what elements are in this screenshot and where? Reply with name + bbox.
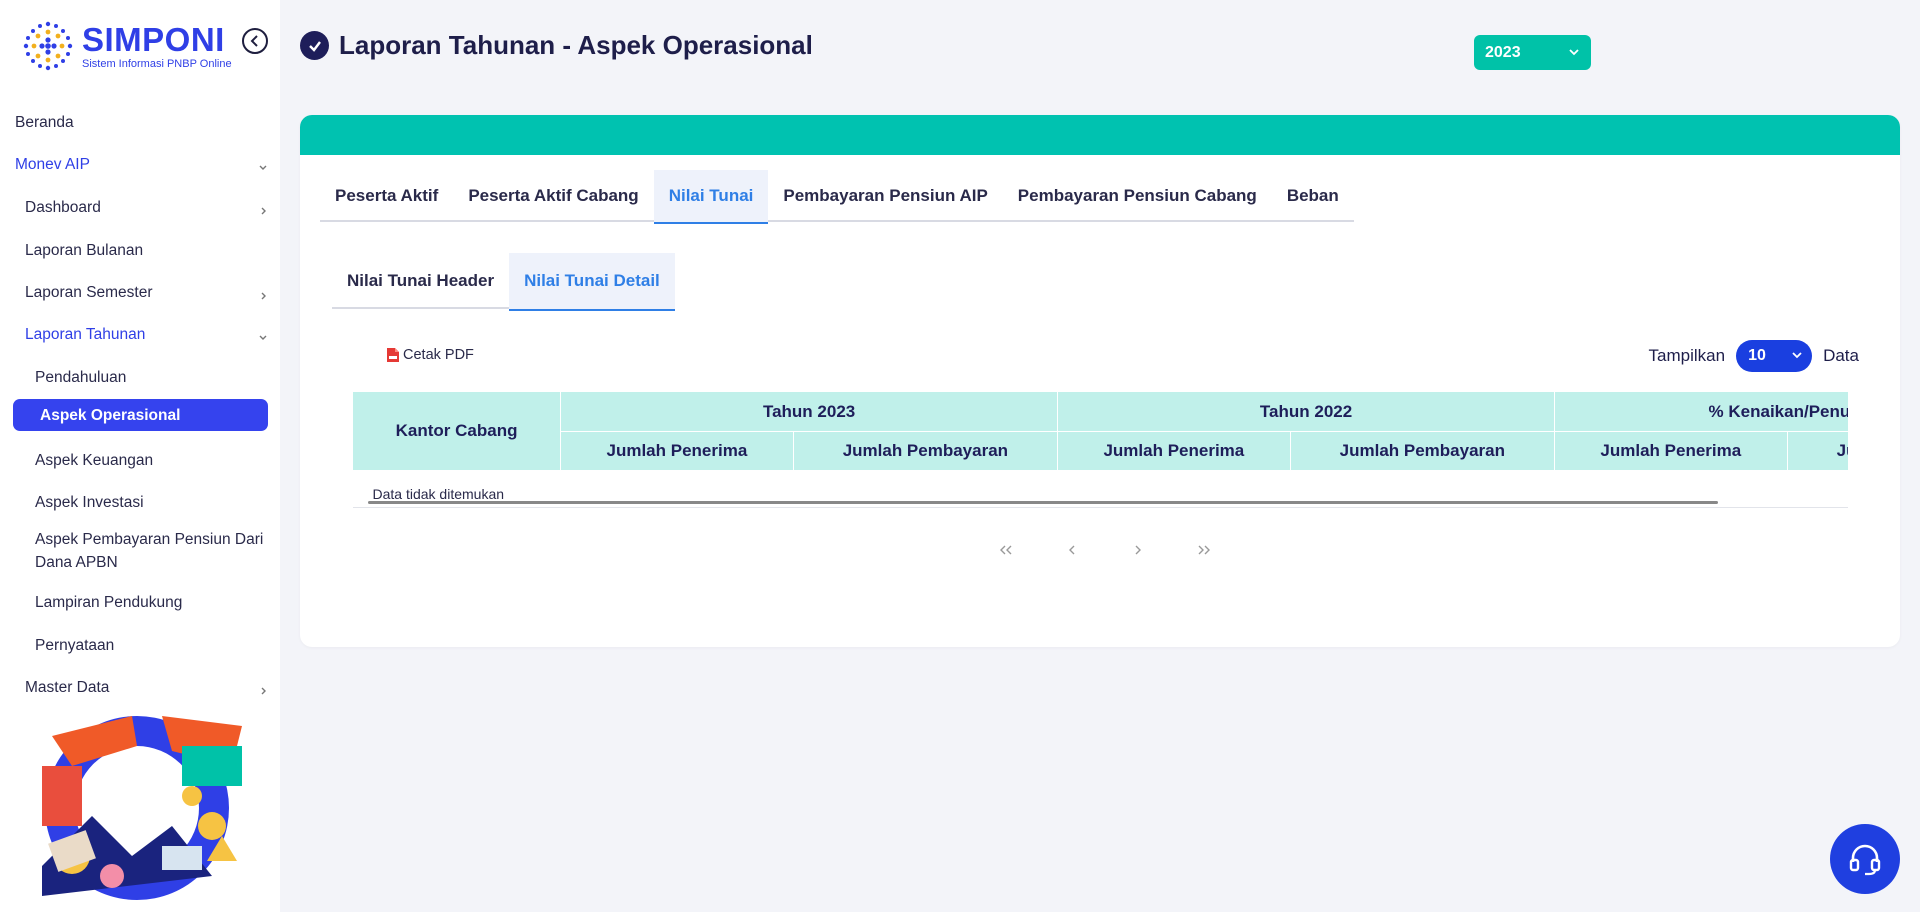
column-header-jumlah-pembayaran: Jumlah Pembayaran: [1289, 431, 1556, 471]
column-header-jumlah-pembayaran: Jumlah Pembayaran: [1786, 431, 1848, 471]
check-circle-icon: [300, 31, 329, 60]
chevron-right-icon: [261, 207, 266, 215]
page-title: Laporan Tahunan - Aspek Operasional: [339, 30, 813, 60]
chevron-down-icon: [259, 335, 267, 340]
chevron-down-icon: [1792, 352, 1802, 359]
page-header: Laporan Tahunan - Aspek Operasional: [300, 30, 813, 61]
year-select-value: 2023: [1485, 43, 1521, 61]
logo-subtitle: Sistem Informasi PNBP Online: [82, 57, 232, 70]
tab-peserta-aktif-cabang[interactable]: Peserta Aktif Cabang: [453, 170, 653, 222]
page-size-value: 10: [1748, 347, 1766, 364]
chevron-left-icon: [1069, 545, 1075, 555]
subtab-nilai-tunai-header[interactable]: Nilai Tunai Header: [332, 253, 509, 309]
show-suffix: Data: [1823, 346, 1859, 365]
sidebar: SIMPONI Sistem Informasi PNBP Online Ber…: [0, 0, 280, 912]
sidebar-item-beranda[interactable]: Beranda: [15, 114, 74, 132]
column-header-jumlah-pembayaran: Jumlah Pembayaran: [792, 431, 1059, 471]
column-group-tahun-2023: Tahun 2023: [560, 391, 1059, 432]
print-pdf-button[interactable]: Cetak PDF: [386, 347, 474, 363]
tab-nilai-tunai[interactable]: Nilai Tunai: [653, 170, 769, 224]
chevron-right-icon: [261, 292, 266, 300]
data-table: Kantor Cabang Tahun 2023 Tahun 2022 % Ke…: [352, 391, 1848, 508]
double-chevron-right-icon: [1198, 545, 1210, 555]
collapse-sidebar-button[interactable]: [242, 28, 268, 54]
sidebar-item-label: Aspek Operasional: [40, 407, 181, 424]
tab-pembayaran-pensiun-aip[interactable]: Pembayaran Pensiun AIP: [768, 170, 1002, 222]
sidebar-item-monev-aip[interactable]: Monev AIP: [15, 156, 90, 174]
sidebar-item-pernyataan[interactable]: Pernyataan: [35, 637, 114, 655]
subtab-nilai-tunai-detail[interactable]: Nilai Tunai Detail: [509, 253, 675, 311]
next-page-button[interactable]: [1122, 539, 1154, 561]
sub-tabs: Nilai Tunai Header Nilai Tunai Detail: [332, 253, 675, 311]
sidebar-item-lampiran-pendukung[interactable]: Lampiran Pendukung: [35, 594, 182, 612]
sidebar-item-aspek-operasional[interactable]: Aspek Operasional: [13, 399, 268, 431]
sidebar-item-dashboard[interactable]: Dashboard: [25, 199, 101, 217]
content-card: Peserta Aktif Peserta Aktif Cabang Nilai…: [300, 115, 1900, 647]
sidebar-item-laporan-semester[interactable]: Laporan Semester: [25, 284, 153, 302]
print-pdf-label: Cetak PDF: [403, 347, 474, 363]
simponi-logo-icon: [23, 21, 73, 71]
page-size-control: Tampilkan 10 Data: [1649, 340, 1859, 372]
tab-pembayaran-pensiun-cabang[interactable]: Pembayaran Pensiun Cabang: [1003, 170, 1272, 222]
pagination: [990, 539, 1220, 561]
chevron-right-icon: [261, 687, 266, 695]
sidebar-item-laporan-tahunan[interactable]: Laporan Tahunan: [25, 326, 145, 344]
double-chevron-left-icon: [1000, 545, 1012, 555]
column-header-jumlah-penerima: Jumlah Penerima: [1057, 431, 1291, 471]
chevron-down-icon: [259, 165, 267, 170]
show-label: Tampilkan: [1648, 346, 1726, 365]
column-group-tahun-2022: Tahun 2022: [1057, 391, 1556, 432]
sidebar-item-laporan-bulanan[interactable]: Laporan Bulanan: [25, 242, 143, 260]
column-group-persen: % Kenaikan/Penurunan: [1554, 391, 1848, 432]
chevron-right-icon: [1135, 545, 1141, 555]
helpdesk-button[interactable]: [1830, 824, 1900, 894]
column-header-kantor-cabang: Kantor Cabang: [352, 391, 562, 471]
year-select[interactable]: 2023: [1474, 35, 1591, 70]
column-header-jumlah-penerima: Jumlah Penerima: [1554, 431, 1788, 471]
sidebar-item-aspek-pembayaran-pensiun[interactable]: Aspek Pembayaran Pensiun Dari Dana APBN: [35, 528, 275, 574]
column-header-jumlah-penerima: Jumlah Penerima: [560, 431, 794, 471]
decorative-illustration: [12, 706, 262, 910]
main-tabs: Peserta Aktif Peserta Aktif Cabang Nilai…: [320, 170, 1354, 224]
page-size-select[interactable]: 10: [1736, 340, 1813, 372]
last-page-button[interactable]: [1188, 539, 1220, 561]
sidebar-item-aspek-keuangan[interactable]: Aspek Keuangan: [35, 452, 153, 470]
sidebar-item-master-data[interactable]: Master Data: [25, 679, 109, 697]
pdf-file-icon: [387, 348, 399, 362]
prev-page-button[interactable]: [1056, 539, 1088, 561]
logo-title: SIMPONI: [82, 20, 225, 58]
chevron-down-icon: [1569, 49, 1579, 56]
sidebar-item-aspek-investasi[interactable]: Aspek Investasi: [35, 494, 144, 512]
headset-icon: [1849, 844, 1881, 876]
data-table-container[interactable]: Kantor Cabang Tahun 2023 Tahun 2022 % Ke…: [352, 391, 1848, 509]
first-page-button[interactable]: [990, 539, 1022, 561]
tab-beban[interactable]: Beban: [1272, 170, 1354, 222]
tab-peserta-aktif[interactable]: Peserta Aktif: [320, 170, 453, 222]
card-header-band: [300, 115, 1900, 155]
app-logo[interactable]: SIMPONI Sistem Informasi PNBP Online: [18, 16, 232, 76]
horizontal-scrollbar[interactable]: [368, 501, 1718, 504]
chevron-left-icon: [250, 35, 258, 47]
sidebar-item-pendahuluan[interactable]: Pendahuluan: [35, 369, 126, 387]
